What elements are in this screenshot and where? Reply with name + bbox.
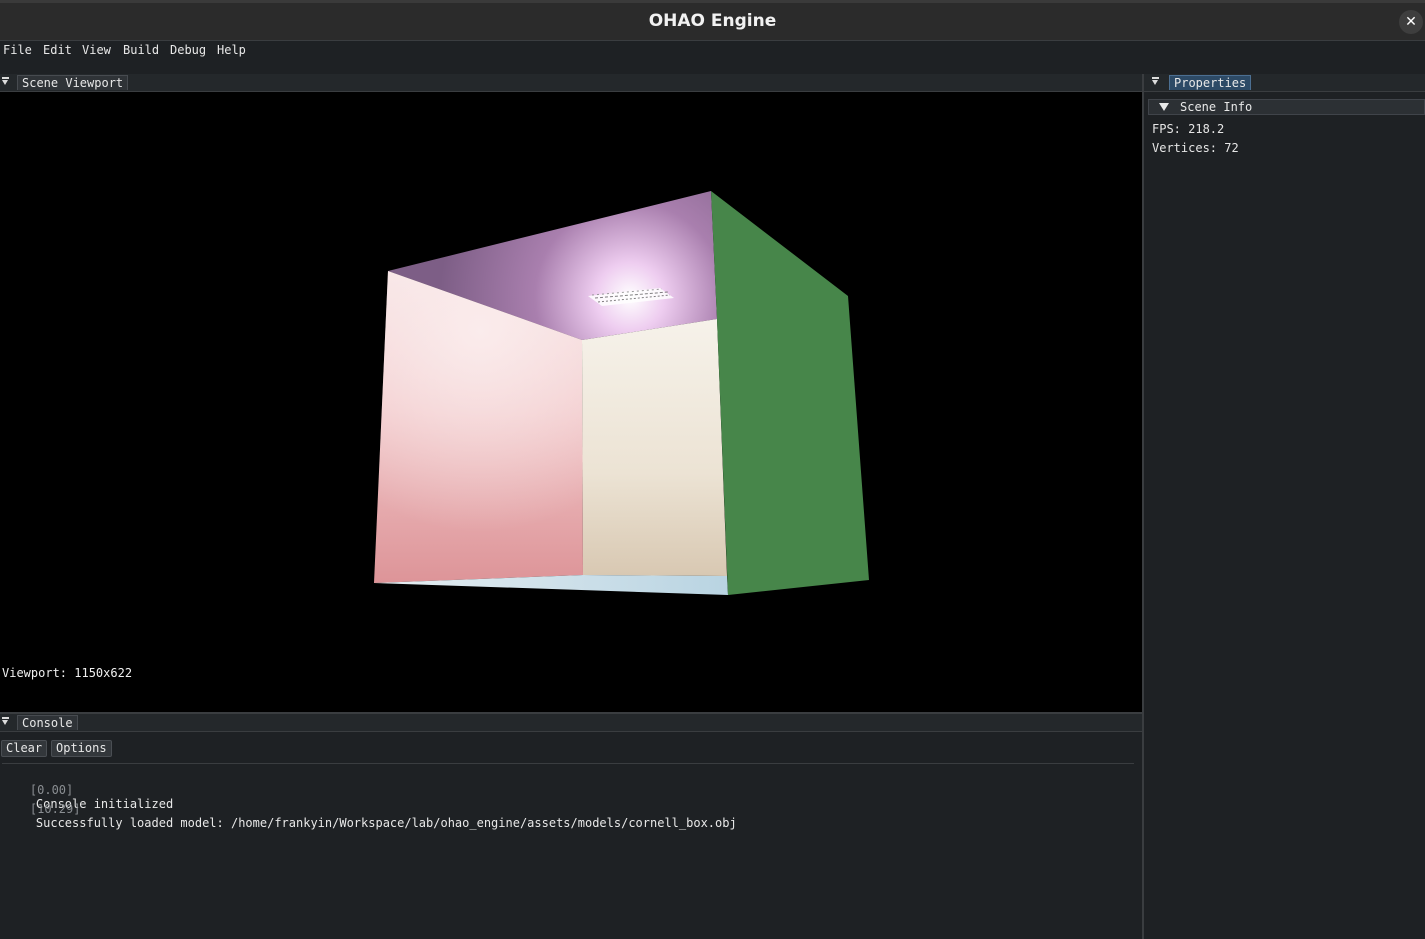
log-timestamp: [10.29] [29,802,81,816]
collapse-icon[interactable] [1152,77,1159,87]
triangle-down-icon [1159,103,1169,111]
vertices-readout: Vertices: 72 [1152,141,1239,155]
console-panel: Clear Options [0.00] Console initialized… [0,732,1142,939]
back-wall-face [582,319,727,576]
menu-bar: File Edit View Build Debug Help [0,40,1425,61]
properties-panel-header: Properties [1144,74,1425,92]
menu-view[interactable]: View [82,43,111,57]
viewport-panel-header: Scene Viewport [0,74,1142,92]
viewport-size-label: Viewport: 1150x622 [2,666,133,680]
log-message: Successfully loaded model: /home/frankyi… [35,816,737,830]
scene-viewport[interactable]: Viewport: 1150x622 [0,92,1142,712]
tab-scene-viewport[interactable]: Scene Viewport [17,75,129,90]
menu-help[interactable]: Help [217,43,246,57]
menu-edit[interactable]: Edit [43,43,72,57]
fps-readout: FPS: 218.2 [1152,122,1225,136]
cornell-box-render [374,191,869,595]
scene-info-label: Scene Info [1180,100,1253,114]
console-divider [2,763,1134,764]
clear-button[interactable]: Clear [1,740,48,757]
title-bar: OHAO Engine ✕ [0,0,1425,40]
options-button[interactable]: Options [51,740,112,757]
right-wall-face [711,191,869,595]
properties-panel: Scene Info FPS: 218.2 Vertices: 72 [1144,92,1425,939]
console-panel-header: Console [0,714,1142,732]
toolbar-strip [0,60,1425,75]
menu-build[interactable]: Build [123,43,159,57]
menu-file[interactable]: File [3,43,32,57]
collapse-icon[interactable] [2,77,9,87]
scene-info-header[interactable]: Scene Info [1148,99,1425,115]
log-entry: [10.29] Successfully loaded model: /home… [1,788,737,844]
collapse-icon[interactable] [2,717,9,727]
tab-console[interactable]: Console [17,715,78,730]
menu-debug[interactable]: Debug [170,43,206,57]
window-title: OHAO Engine [648,11,777,31]
close-icon[interactable]: ✕ [1399,10,1423,34]
tab-properties[interactable]: Properties [1169,75,1252,90]
